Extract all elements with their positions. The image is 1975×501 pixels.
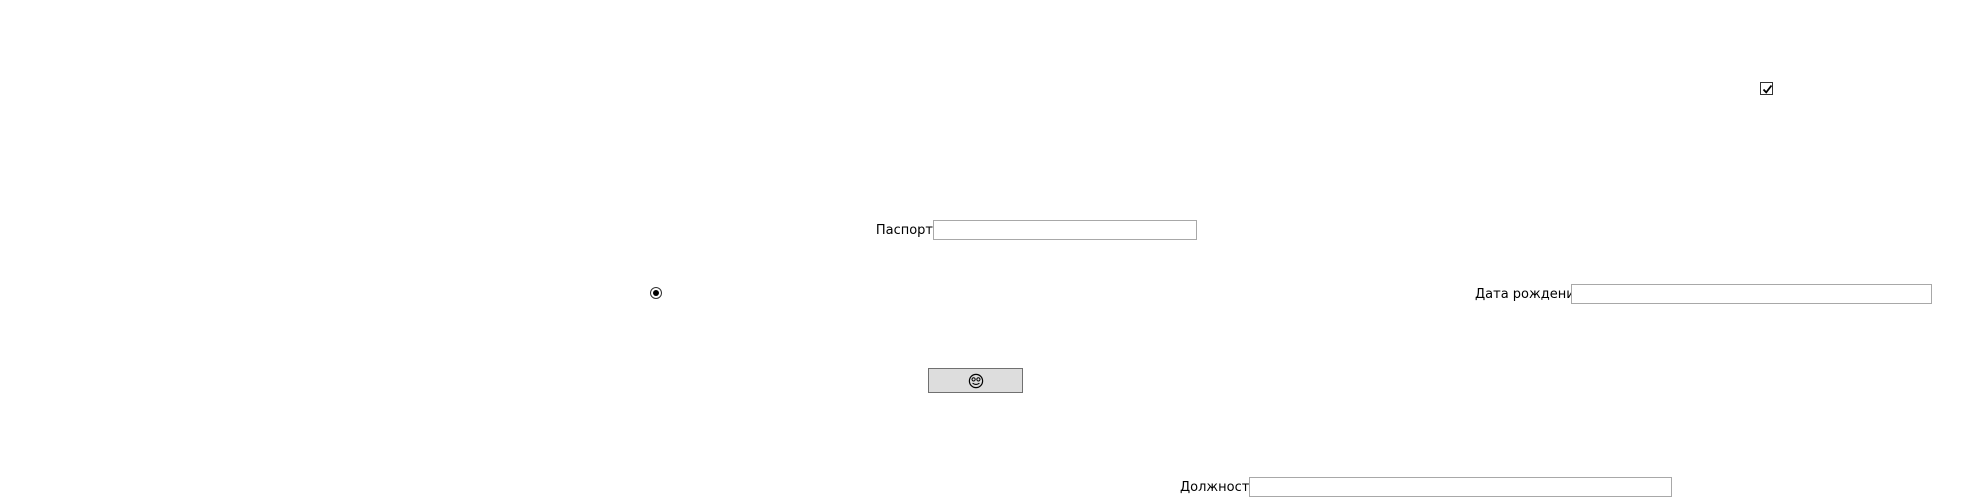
birth-date-input[interactable] xyxy=(1571,284,1932,304)
position-label: Должность xyxy=(1180,480,1257,495)
checkmark-icon xyxy=(1762,84,1773,94)
option-radio[interactable] xyxy=(650,287,662,299)
birth-date-label: Дата рождения xyxy=(1475,287,1583,302)
passport-label: Паспорт xyxy=(875,223,933,238)
action-button[interactable] xyxy=(928,368,1023,393)
agreement-checkbox[interactable] xyxy=(1760,82,1773,95)
radio-selected-dot xyxy=(653,290,659,296)
passport-input[interactable] xyxy=(933,220,1197,240)
position-input[interactable] xyxy=(1249,477,1672,497)
face-icon xyxy=(968,373,984,389)
